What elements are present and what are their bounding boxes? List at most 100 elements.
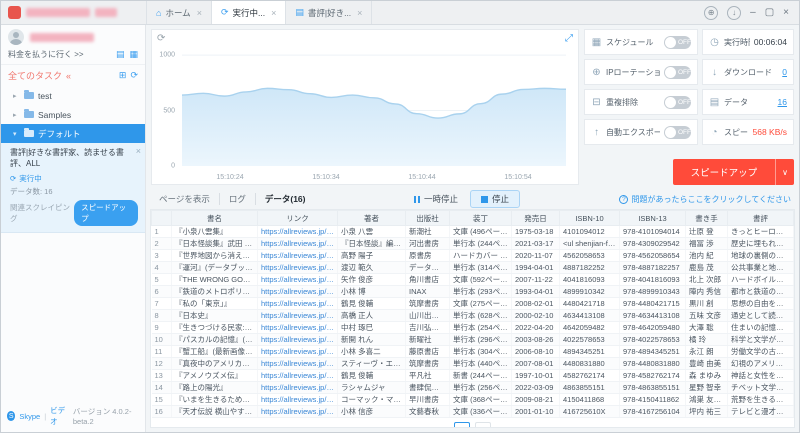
column-header[interactable]: 書き手 — [685, 210, 728, 226]
table-cell[interactable]: https://allreviews.jp/revi... — [257, 357, 338, 370]
table-cell: 『いまを生きるための...』 — [171, 393, 258, 406]
dedup-toggle[interactable]: OFF — [664, 95, 691, 109]
close-icon[interactable]: × — [197, 8, 202, 18]
refresh-icon[interactable]: ⟳ — [130, 70, 138, 81]
table-row[interactable]: 2『日本怪談集』武田 編 (講...https://allreviews.jp/… — [151, 237, 794, 250]
table-row[interactable]: 12 『真夜中のアメリカ』一部 https://allreviews.jp/revi… — [151, 357, 794, 370]
table-row[interactable]: 5『THE WRONG GOOD...』https://allreviews.j… — [151, 273, 794, 286]
column-header[interactable]: ISBN-13 — [619, 210, 686, 226]
table-row[interactable]: 8 『日本史』 https://allreviews.jp/revi... 高橋 正人… — [151, 309, 794, 322]
column-header[interactable]: 装丁 — [449, 210, 512, 226]
table-cell: 思想の自由をめぐる対話… — [727, 297, 794, 310]
table-cell[interactable]: https://allreviews.jp/revi... — [257, 333, 338, 346]
table-row[interactable]: 13 『アメノウズメ伝』 https://allreviews.jp/revi...… — [151, 369, 794, 382]
table-cell[interactable]: https://allreviews.jp/revi... — [257, 273, 338, 286]
page-button-1[interactable]: 1 — [454, 422, 470, 427]
expand-icon[interactable]: ⤢ — [565, 33, 573, 44]
table-cell[interactable]: https://allreviews.jp/revi... — [257, 381, 338, 394]
download-value[interactable]: 0 — [782, 67, 787, 77]
video-link[interactable]: ビデオ — [50, 405, 69, 427]
collapse-icon[interactable]: « — [66, 71, 71, 81]
speedup-button-label[interactable]: スピードアップ — [672, 159, 776, 185]
table-cell[interactable]: https://allreviews.jp/revi... — [257, 321, 338, 334]
prev-page-button[interactable]: ‹ — [433, 422, 449, 427]
pay-link[interactable]: 料金を払うに行く >> — [8, 49, 84, 60]
view-tab-0[interactable]: ページを表示 — [150, 193, 220, 205]
table-row[interactable]: 6 『鉄道のメトロポリス』 https://allreviews.jp/revi..… — [151, 285, 794, 298]
tab-1[interactable]: ⟳ 実行中... × — [211, 1, 287, 24]
close-icon[interactable]: × — [136, 146, 141, 156]
download-circle-icon[interactable]: ↓ — [727, 5, 742, 20]
column-header[interactable]: 著者 — [337, 210, 406, 226]
table-row[interactable]: 11 『蟹工船』(最新画像版) https://allreviews.jp/revi… — [151, 345, 794, 358]
table-row[interactable]: 4 『運河』(データブック) https://allreviews.jp/revi.… — [151, 261, 794, 274]
table-row[interactable]: 3『世界地図から消えた家...』https://allreviews.jp/re… — [151, 249, 794, 262]
data-value[interactable]: 16 — [778, 97, 787, 107]
table-cell: 福冨 渉 — [685, 237, 728, 250]
table-cell[interactable]: https://allreviews.jp/revi... — [257, 237, 338, 250]
reload-icon[interactable]: ⟳ — [157, 33, 165, 44]
column-header[interactable]: ISBN-10 — [559, 210, 620, 226]
table-cell[interactable]: https://allreviews.jp/revi... — [257, 249, 338, 262]
maximize-button[interactable]: ▢ — [765, 7, 774, 18]
tab-0[interactable]: ⌂ ホーム × — [146, 1, 212, 24]
table-row[interactable]: 1 『小泉八雲集』 https://allreviews.jp/revi... 小泉 … — [151, 225, 794, 238]
table-cell: 4642059482 — [559, 321, 620, 334]
row-index-cell: 1 — [151, 225, 172, 238]
help-link[interactable]: ? 問題があったらここをクリックしてください — [619, 194, 791, 205]
column-header[interactable]: リンク — [257, 210, 338, 226]
tree-item-0[interactable]: ▸ test — [1, 86, 145, 105]
data-table: 書名 リンク 著者 出版社 装丁 発売日 ISBN-10 ISBN-13 書き手 書評 1 『小泉八… — [151, 210, 794, 418]
schedule-toggle[interactable]: OFF — [664, 35, 691, 49]
tree-item-1[interactable]: ▸ Samples — [1, 105, 145, 124]
auto-export-toggle[interactable]: OFF — [664, 125, 691, 139]
view-tab-2[interactable]: データ(16) — [256, 193, 315, 205]
table-row[interactable]: 15 『いまを生きるための...』 https://allreviews.jp/re… — [151, 393, 794, 406]
next-page-button[interactable]: › — [496, 422, 512, 427]
table-row[interactable]: 10 『パスカルの記憶』(新訳) https://allreviews.jp/rev… — [151, 333, 794, 346]
table-row[interactable]: 7 『私の「東京」』 https://allreviews.jp/revi... 鶴見… — [151, 297, 794, 310]
stop-button[interactable]: 停止 — [469, 190, 520, 208]
table-cell[interactable]: https://allreviews.jp/revi... — [257, 309, 338, 322]
table-cell[interactable]: https://allreviews.jp/revi... — [257, 261, 338, 274]
table-row[interactable]: 16 『天才伝説 横山やすし』 https://allreviews.jp/revi… — [151, 405, 794, 418]
table-cell: 4887182252 — [559, 261, 620, 274]
grid-view-icon[interactable]: ▦ — [129, 49, 138, 60]
list-view-icon[interactable]: ▤ — [116, 49, 125, 60]
table-cell[interactable]: https://allreviews.jp/revi... — [257, 285, 338, 298]
table-cell[interactable]: https://allreviews.jp/revi... — [257, 345, 338, 358]
tab-2[interactable]: ▤ 書評|好き... × — [286, 1, 373, 24]
close-icon[interactable]: × — [271, 8, 276, 18]
close-icon[interactable]: × — [357, 8, 362, 18]
column-header[interactable]: 出版社 — [405, 210, 450, 226]
row-index-cell: 14 — [151, 381, 172, 394]
table-row[interactable]: 14 『路上の陽光』 https://allreviews.jp/revi... ラシ… — [151, 381, 794, 394]
table-row[interactable]: 9『生きつづける民家: 保...』https://allreviews.jp/r… — [151, 321, 794, 334]
table-cell: 黒川 創 — [685, 297, 728, 310]
table-cell[interactable]: https://allreviews.jp/revi... — [257, 297, 338, 310]
ip-rotation-toggle[interactable]: OFF — [664, 65, 691, 79]
tree-item-2[interactable]: ▾ デフォルト — [1, 124, 145, 143]
pause-button[interactable]: 一時停止 — [413, 193, 458, 205]
page-button-2[interactable]: 2 — [475, 422, 491, 427]
table-cell[interactable]: https://allreviews.jp/revi... — [257, 225, 338, 238]
column-header[interactable]: 発売日 — [511, 210, 560, 226]
speedup-button[interactable]: スピードアップ ∨ — [672, 159, 794, 185]
chevron-down-icon[interactable]: ∨ — [775, 159, 794, 185]
globe-icon[interactable]: ⊕ — [704, 5, 719, 20]
column-header[interactable]: 書評 — [727, 210, 794, 226]
table-cell[interactable]: https://allreviews.jp/revi... — [257, 393, 338, 406]
view-tab-1[interactable]: ログ — [220, 193, 256, 205]
table-cell: 単行本 (254ページ) — [449, 321, 512, 334]
avatar[interactable] — [8, 29, 24, 45]
table-cell[interactable]: https://allreviews.jp/revi... — [257, 405, 338, 418]
column-header[interactable]: 書名 — [171, 210, 258, 226]
add-folder-icon[interactable]: ⊞ — [119, 70, 127, 81]
minimize-button[interactable]: – — [750, 7, 756, 18]
task-speedup-button[interactable]: スピードアップ — [74, 199, 138, 226]
table-cell[interactable]: https://allreviews.jp/revi... — [257, 369, 338, 382]
skype-link[interactable]: Skype — [19, 412, 40, 421]
running-task-card[interactable]: 書評|好きな書評家、読ませる書評、ALL × ⟳ 実行中 データ数: 16 関連… — [1, 143, 145, 233]
close-button[interactable]: × — [783, 7, 789, 18]
titlebar: ⌂ ホーム × ⟳ 実行中... × ▤ 書評|好き... × ⊕ ↓ – ▢ × — [1, 1, 799, 25]
